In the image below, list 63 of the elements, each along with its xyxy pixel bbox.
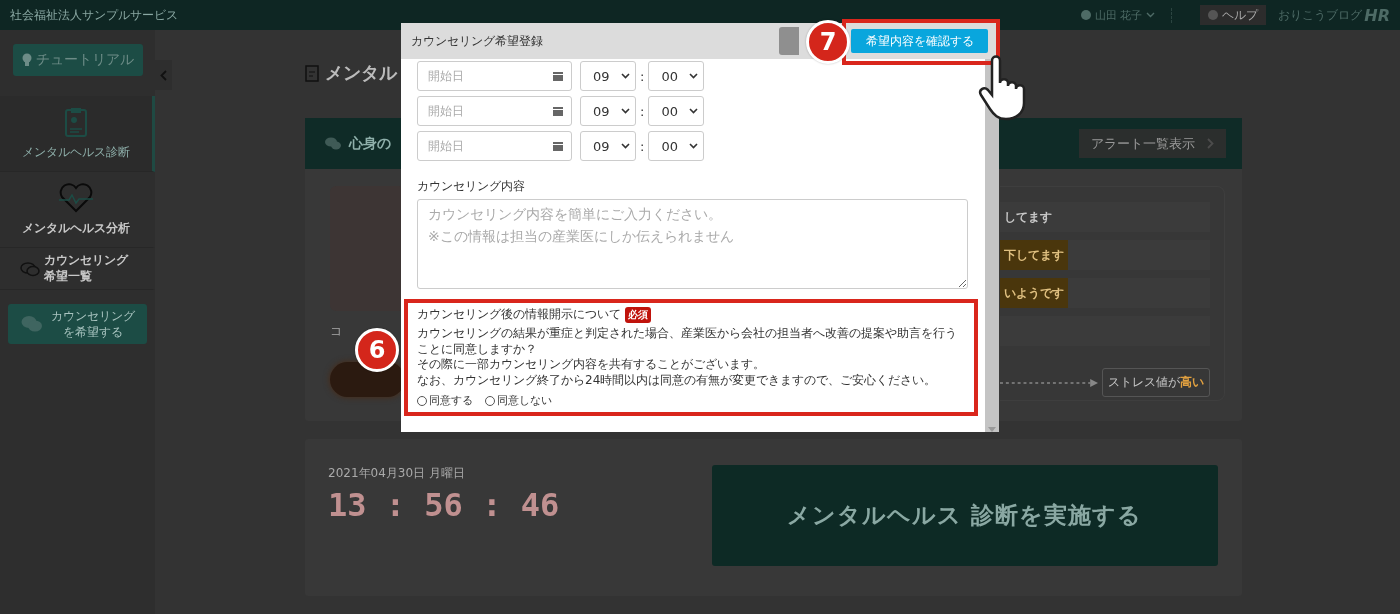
hour-select[interactable]: 09 bbox=[580, 96, 636, 126]
help-icon bbox=[1208, 10, 1219, 20]
heart-icon bbox=[57, 182, 95, 213]
help-button[interactable]: ヘルプ bbox=[1200, 5, 1267, 25]
content-label: カウンセリング内容 bbox=[417, 178, 526, 195]
sidebar-item[interactable]: カウンセリング希望一覧 bbox=[0, 248, 155, 290]
chevron-left-icon bbox=[160, 69, 167, 81]
hour-select[interactable]: 09 bbox=[580, 131, 636, 161]
calendar-icon bbox=[553, 71, 563, 81]
chevron-right-icon bbox=[1207, 138, 1214, 149]
section-title: カウンセリング後の情報開示について bbox=[417, 306, 621, 323]
page-title: メンタル bbox=[325, 60, 397, 85]
sidebar-item[interactable]: メンタルヘルス分析 bbox=[0, 172, 155, 248]
chevron-down-icon bbox=[621, 143, 630, 149]
clipboard-icon bbox=[65, 106, 87, 137]
minute-select[interactable]: 00 bbox=[648, 131, 705, 161]
time-separator: : bbox=[640, 68, 645, 84]
clipboard-icon bbox=[305, 63, 319, 82]
date-text: 2021年04月30日 月曜日 bbox=[328, 465, 466, 482]
chevron-down-icon bbox=[689, 143, 699, 149]
hour-select[interactable]: 09 bbox=[580, 61, 636, 91]
alert-list-button[interactable]: アラート一覧表示 bbox=[1079, 129, 1226, 158]
chevron-down-icon bbox=[1146, 12, 1156, 18]
alert-text: いようです bbox=[1000, 278, 1068, 308]
calendar-icon bbox=[553, 106, 563, 116]
minute-select[interactable]: 00 bbox=[648, 61, 705, 91]
radio-icon[interactable] bbox=[485, 395, 495, 406]
radio-option[interactable]: 同意する bbox=[417, 393, 473, 409]
dialog-title: カウンセリング希望登録 bbox=[411, 32, 544, 50]
content-field[interactable]: カウンセリング内容を簡単にご入力ください。 ※この情報は担当の産業医にしか伝えられません bbox=[417, 199, 968, 289]
chat-icon bbox=[20, 315, 43, 333]
dashed-arrow-icon bbox=[1000, 378, 1098, 387]
time-separator: : bbox=[640, 138, 645, 154]
radio-option[interactable]: 同意しない bbox=[485, 393, 552, 409]
minute-select[interactable]: 00 bbox=[648, 96, 705, 126]
logo: HR bbox=[1364, 5, 1390, 25]
clock-time: 13 : 56 : 46 bbox=[328, 486, 561, 524]
legend-level: 高い bbox=[1180, 374, 1204, 391]
disclosure-text: その際に一部カウンセリング内容を共有することがございます。 bbox=[417, 357, 766, 373]
chat-icon bbox=[20, 260, 40, 277]
scroll-down-icon bbox=[988, 427, 996, 432]
chevron-down-icon bbox=[621, 73, 630, 79]
user-icon bbox=[1080, 10, 1091, 20]
alert-text: してます bbox=[1003, 208, 1053, 226]
caption: コ bbox=[330, 323, 343, 340]
chevron-down-icon bbox=[689, 73, 699, 79]
sidebar-item[interactable]: メンタルヘルス診断 bbox=[0, 96, 155, 172]
legend-label: ストレス値が bbox=[1108, 374, 1180, 391]
alert-text: 下してます bbox=[1000, 240, 1068, 270]
disclosure-text: カウンセリングの結果が重症と判定された場合、産業医から会社の担当者へ改善の提案や助言を行うことに同意しますか？ bbox=[417, 326, 958, 358]
calendar-icon bbox=[553, 141, 563, 151]
lightbulb-icon bbox=[22, 53, 32, 67]
chevron-down-icon bbox=[689, 108, 699, 114]
chevron-down-icon bbox=[621, 108, 630, 114]
card-title: 心身の bbox=[349, 134, 391, 153]
radio-icon[interactable] bbox=[417, 395, 427, 406]
chat-icon bbox=[325, 137, 341, 150]
start-diagnosis-button[interactable]: メンタルヘルス 診断を実施する bbox=[712, 465, 1218, 566]
disclosure-text: なお、カウンセリング終了から24時間以内は同意の有無が変更できますので、ご安心ください。 bbox=[417, 372, 938, 389]
required-badge: 必須 bbox=[625, 306, 651, 323]
organization-name: 社会福祉法人サンプルサービス bbox=[10, 6, 179, 24]
request-counseling-button[interactable]: カウンセリング を希望する bbox=[8, 304, 147, 344]
time-separator: : bbox=[640, 103, 645, 119]
